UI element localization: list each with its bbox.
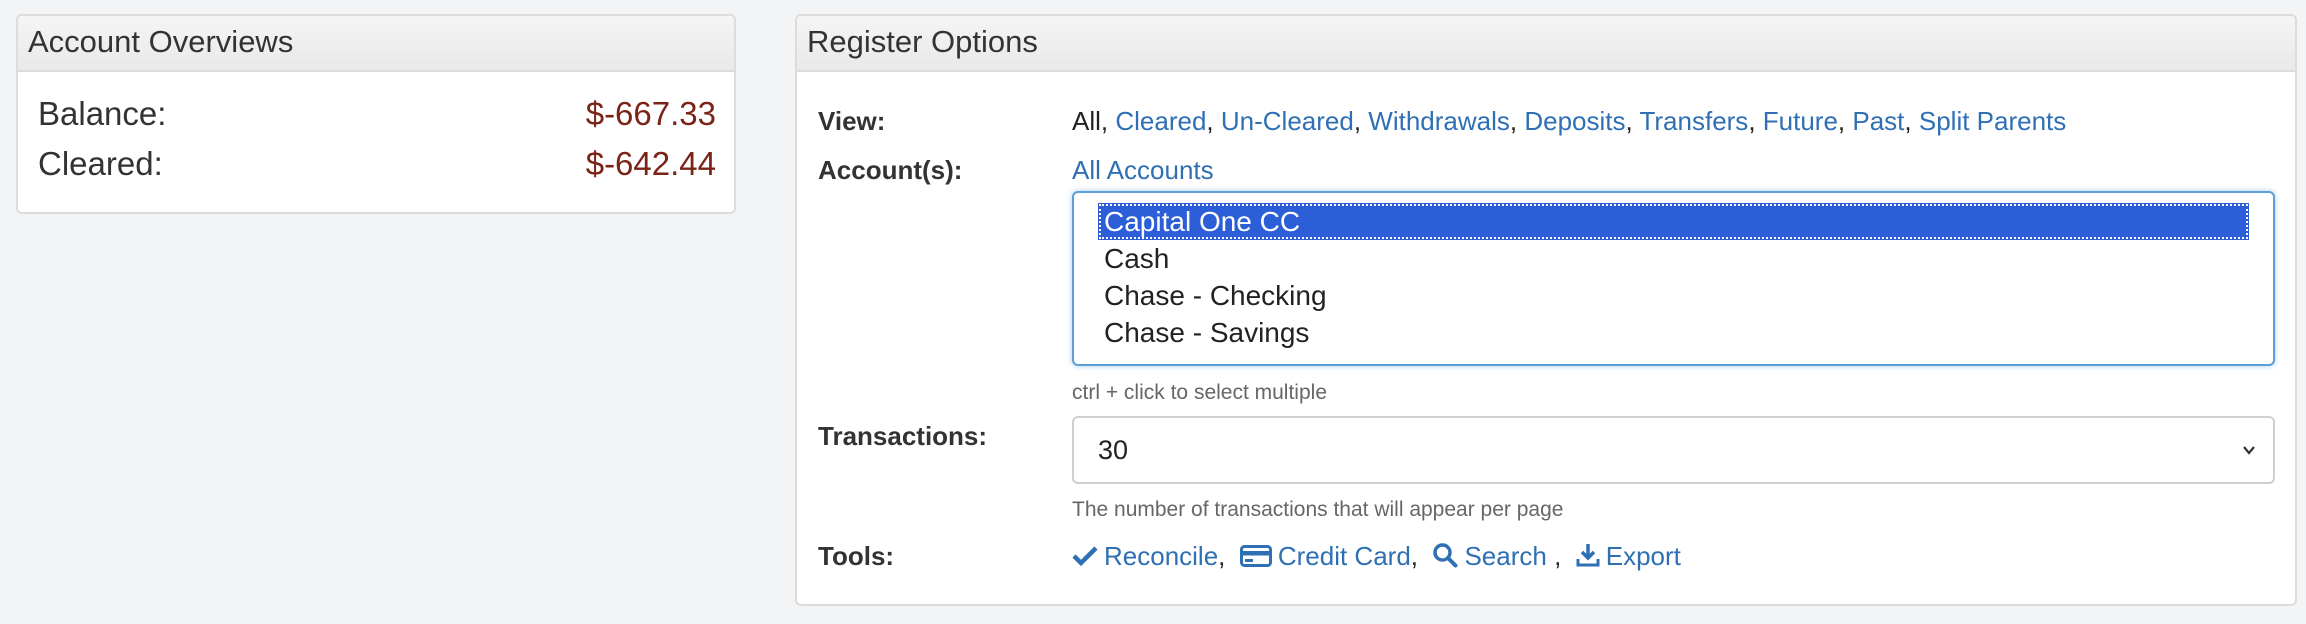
chevron-down-icon: [2243, 446, 2255, 455]
balance-label: Balance:: [38, 95, 167, 132]
credit-card-link[interactable]: Credit Card: [1239, 541, 1411, 572]
view-link-deposits[interactable]: Deposits: [1524, 106, 1625, 136]
accounts-multiselect[interactable]: Capital One CC Cash Chase - Checking Cha…: [1072, 191, 2275, 366]
register-options-panel: Register Options View: All, Cleared, Un-…: [795, 14, 2297, 606]
account-overviews-title: Account Overviews: [18, 16, 734, 72]
view-link-past[interactable]: Past: [1852, 106, 1904, 136]
cleared-label: Cleared:: [38, 145, 163, 182]
view-link-future[interactable]: Future: [1763, 106, 1838, 136]
view-label: View:: [818, 106, 886, 136]
search-label: Search: [1464, 541, 1547, 571]
tools-links: Reconcile, Credit Card, Search , Export: [1072, 541, 1681, 572]
transactions-label: Transactions:: [818, 421, 988, 451]
transactions-help-text: The number of transactions that will app…: [1072, 498, 1564, 521]
account-option-capital-one-cc[interactable]: Capital One CC: [1098, 203, 2249, 240]
all-accounts-link[interactable]: All Accounts: [1072, 155, 1214, 186]
search-link[interactable]: Search: [1432, 541, 1547, 572]
view-link-withdrawals[interactable]: Withdrawals: [1368, 106, 1510, 136]
view-link-transfers[interactable]: Transfers: [1639, 106, 1748, 136]
credit-card-label: Credit Card: [1277, 541, 1411, 571]
export-link[interactable]: Export: [1576, 541, 1681, 572]
multiselect-help-text: ctrl + click to select multiple: [1072, 381, 1327, 404]
reconcile-label: Reconcile: [1104, 541, 1219, 571]
view-filter-links: All, Cleared, Un-Cleared, Withdrawals, D…: [1072, 106, 2067, 136]
export-label: Export: [1605, 541, 1681, 571]
account-option-cash[interactable]: Cash: [1098, 240, 2249, 277]
view-link-split-parents[interactable]: Split Parents: [1919, 106, 2066, 136]
tools-label: Tools:: [818, 541, 895, 571]
cleared-value: $-642.44: [585, 145, 716, 182]
view-link-uncleared[interactable]: Un-Cleared: [1221, 106, 1354, 136]
transactions-per-page-select[interactable]: 30: [1072, 416, 2275, 484]
balance-value: $-667.33: [585, 95, 716, 132]
view-current: All: [1072, 106, 1101, 136]
transactions-value: 30: [1098, 435, 1129, 465]
view-link-cleared[interactable]: Cleared: [1115, 106, 1206, 136]
accounts-label: Account(s):: [818, 155, 963, 185]
account-option-chase-checking[interactable]: Chase - Checking: [1098, 277, 2249, 314]
account-overviews-panel: Account Overviews Balance: $-667.33 Clea…: [16, 14, 736, 214]
register-options-title: Register Options: [797, 16, 2295, 72]
download-icon: [1576, 544, 1600, 567]
credit-card-icon: [1239, 545, 1272, 567]
search-icon: [1433, 543, 1458, 568]
reconcile-link[interactable]: Reconcile: [1072, 541, 1218, 572]
account-option-chase-savings[interactable]: Chase - Savings: [1098, 314, 2249, 351]
check-icon: [1072, 546, 1098, 567]
